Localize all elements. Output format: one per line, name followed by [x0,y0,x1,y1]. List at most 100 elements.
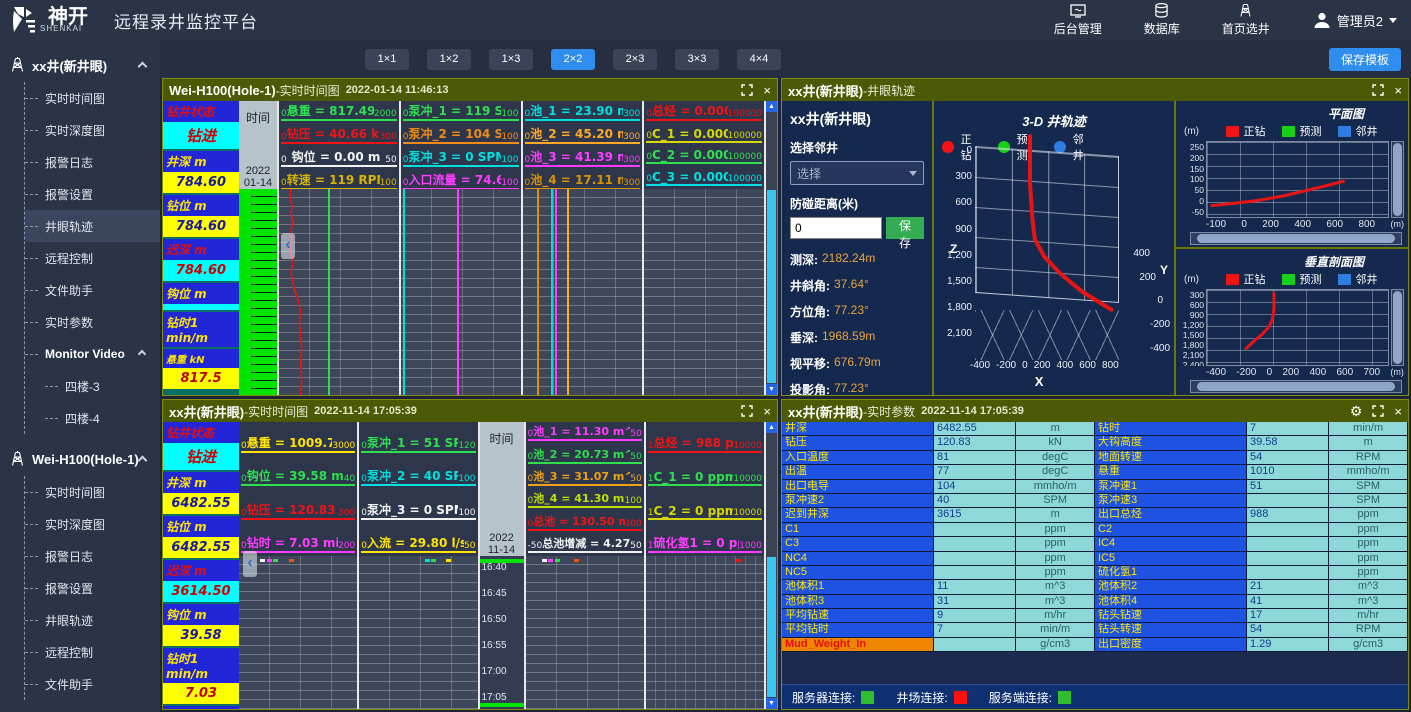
layout-button[interactable]: 3×3 [675,49,719,70]
horizontal-scrollbar[interactable] [1190,232,1402,245]
sidebar-item[interactable]: 文件助手 [25,274,160,306]
data-marker [555,559,560,562]
scroll-down-arrow[interactable]: ▼ [766,698,777,709]
param-unit: m [1016,422,1095,435]
save-distance-button[interactable]: 保存 [886,217,924,239]
chart-vertical-scrollbar[interactable]: ▼ [766,556,777,709]
param-row: NC4 ppm IC5 ppm [782,552,1408,566]
user-menu[interactable]: 管理员2 [1312,10,1397,30]
database-icon [1154,3,1169,18]
nav-item-database[interactable]: 数据库 [1144,3,1180,37]
sidebar-item[interactable]: 四楼-4 [45,402,160,434]
scroll-up-arrow[interactable]: ▲ [766,101,777,112]
param-unit: m [1016,508,1095,521]
settings-gear-icon[interactable]: ⚙ [1350,403,1363,420]
sidebar-item[interactable]: 实时参数 [25,306,160,338]
expand-icon[interactable] [1372,405,1384,417]
curve-legend: 0泵冲_3 = 0 SPM100 [361,490,475,520]
layout-button[interactable]: 1×3 [489,49,533,70]
derrick-icon [10,451,25,467]
layout-button[interactable]: 4×4 [737,49,781,70]
param-label: C1 [782,523,934,536]
axis-tick: 250 [1190,142,1204,152]
panel-timestamp: 2022-11-14 17:05:39 [314,405,417,417]
vertical-scrollbar[interactable] [1391,141,1404,218]
vertical-scrollbar[interactable] [1391,289,1404,366]
sidebar-item[interactable]: 井眼轨迹 [25,604,160,636]
panel-well-name: Wei-H100(Hole-1) [169,83,276,98]
close-icon[interactable]: × [763,83,771,98]
curve-legend: 1C_2 = 0 ppm10000 [648,490,762,520]
sidebar-item[interactable]: 实时深度图 [25,114,160,146]
sidebar-item[interactable]: Monitor Video [25,338,160,370]
sidebar-item[interactable]: 报警设置 [25,178,160,210]
neighbor-well-select[interactable]: 选择 [790,161,924,185]
curve-legend: 0总烃 = 0.0000100000 [646,102,762,121]
close-icon[interactable]: × [763,404,771,419]
collapse-handle[interactable]: ‹ [281,233,295,259]
param-label: 出口密度 [1095,638,1247,651]
layout-button[interactable]: 1×1 [365,49,409,70]
time-tick: 16:40 [482,562,522,573]
sidebar-item[interactable]: 实时时间图 [25,476,160,508]
chart-vertical-scrollbar[interactable]: ▲ [766,101,777,189]
param-value: 9 [934,609,1016,622]
brand-logo: 神开 SHENKAI [10,5,88,35]
sidebar-item[interactable]: 实时时间图 [25,82,160,114]
sidebar-item[interactable]: 远程控制 [25,242,160,274]
anticollision-distance-input[interactable] [790,217,882,239]
layout-button[interactable]: 2×2 [551,49,595,70]
param-value: 40 [934,494,1016,507]
tree-dash [25,492,38,493]
tree-header-xx-well[interactable]: xx井(新井眼) [0,48,160,82]
track4-plot [646,556,766,709]
expand-icon[interactable] [741,84,753,96]
layout-button[interactable]: 1×2 [427,49,471,70]
param-value: 39.58 [1247,436,1329,449]
nav-item-well-select[interactable]: 首页选井 [1222,3,1270,37]
time-column-header: 时间 2022 11-14 [480,422,526,556]
chart-vertical-scrollbar[interactable]: ▼ [766,189,777,395]
sidebar-item[interactable]: 报警日志 [25,540,160,572]
tree-header-wei-h100[interactable]: Wei-H100(Hole-1) [0,442,160,476]
time-column-header: 时间 2022 01-14 [239,101,279,189]
curve-legend: 1总烃 = 988 ppm10000 [648,423,762,453]
param-row: 钻压 120.83 kN 大钩高度 39.58 m [782,436,1408,450]
scroll-up-arrow[interactable]: ▲ [766,422,777,433]
value-label: 迟深 m [163,239,239,260]
param-value [934,537,1016,550]
expand-icon[interactable] [1372,84,1384,96]
expand-icon[interactable] [741,405,753,417]
collapse-handle[interactable]: ‹ [243,551,257,577]
curve-line [551,189,553,395]
panel-realtime-params: xx井(新井眼) -实时参数 2022-11-14 17:05:39 ⚙ × 井… [781,399,1409,710]
param-value: 21 [1247,580,1329,593]
sidebar-item[interactable]: 远程控制 [25,636,160,668]
param-value: 77 [934,465,1016,478]
panel-titlebar: xx井(新井眼) -实时时间图 2022-11-14 17:05:39 × [163,400,777,422]
curve-legend: 0泵冲_2 = 40 SPM100 [361,457,475,487]
save-template-button[interactable]: 保存模板 [1329,48,1401,71]
axis-tick: -200 [996,360,1016,371]
close-icon[interactable]: × [1394,83,1402,98]
close-icon[interactable]: × [1394,404,1402,419]
nav-item-admin[interactable]: 后台管理 [1054,4,1102,37]
panel-well-name: xx井(新井眼) [169,402,244,421]
panel-grid: Wei-H100(Hole-1) -实时时间图 2022-01-14 11:46… [160,78,1411,712]
param-row: 迟到井深 3615 m 出口总烃 988 ppm [782,508,1408,522]
sidebar-item[interactable]: 井眼轨迹 [25,210,160,242]
scroll-down-arrow[interactable]: ▼ [766,384,777,395]
sidebar-item[interactable]: 四楼-3 [45,370,160,402]
scroll-thumb[interactable] [767,190,776,383]
chart-vertical-scrollbar[interactable]: ▲ [766,422,777,556]
sidebar-item[interactable]: 文件助手 [25,668,160,700]
sidebar-item[interactable]: 实时深度图 [25,508,160,540]
tree-dash [25,354,38,355]
horizontal-scrollbar[interactable] [1190,380,1402,393]
y-axis-ticks: 250200150100500-50 [1180,141,1206,218]
sidebar-item[interactable]: 报警设置 [25,572,160,604]
param-value: 54 [1247,623,1329,636]
layout-button[interactable]: 2×3 [613,49,657,70]
sidebar-item[interactable]: 报警日志 [25,146,160,178]
scroll-thumb[interactable] [767,557,776,697]
